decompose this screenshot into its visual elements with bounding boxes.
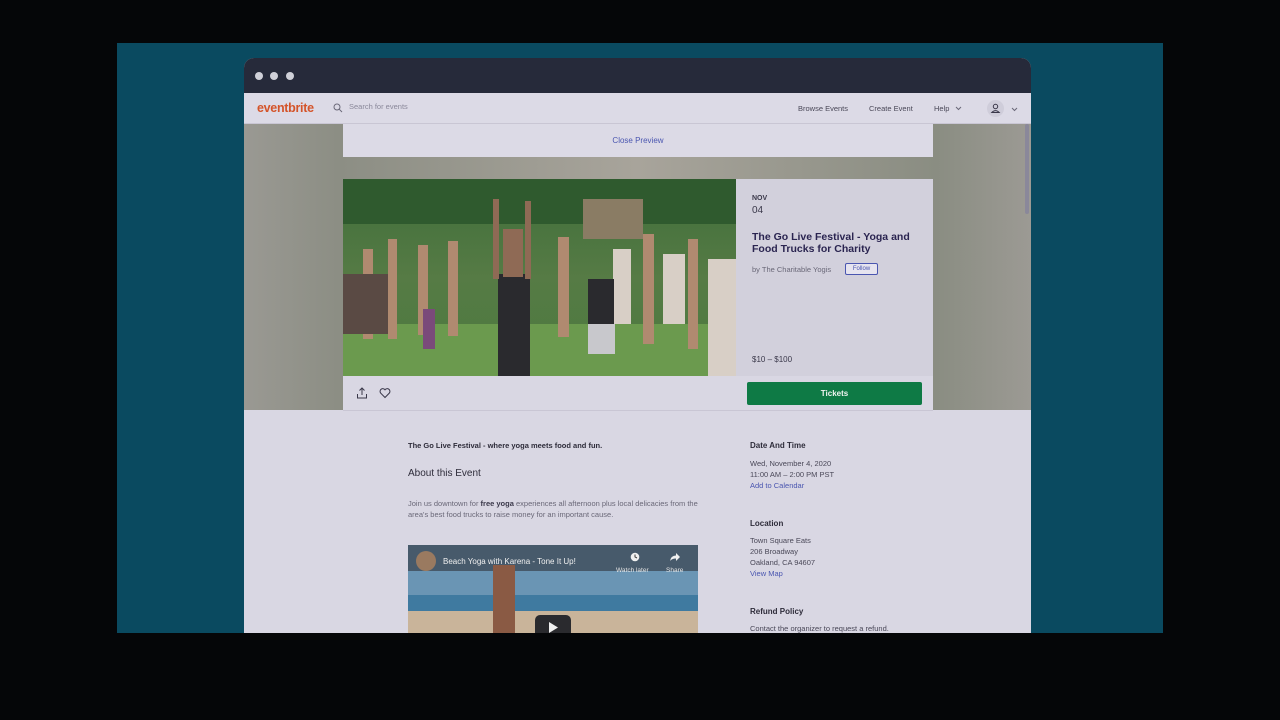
window-zoom-dot[interactable] xyxy=(286,72,294,80)
event-summary-text: The Go Live Festival - where yoga meets … xyxy=(408,441,603,450)
event-actions-bar: Tickets xyxy=(343,376,933,411)
event-summary-panel: NOV 04 The Go Live Festival - Yoga and F… xyxy=(736,179,933,376)
yoga-crowd-photo xyxy=(343,179,736,376)
refund-policy-heading: Refund Policy xyxy=(750,607,804,616)
search-bar[interactable] xyxy=(333,102,493,116)
user-avatar[interactable] xyxy=(987,100,1004,117)
ticket-price-range: $10 – $100 xyxy=(752,355,793,364)
embedded-video[interactable]: Beach Yoga with Karena - Tone It Up! Wat… xyxy=(408,545,698,633)
presentation-backdrop: eventbrite Browse Events Create Event He… xyxy=(117,43,1163,633)
about-heading: About this Event xyxy=(408,468,481,479)
window-minimize-dot[interactable] xyxy=(270,72,278,80)
page-scrollbar[interactable] xyxy=(1025,124,1029,214)
organizer-name[interactable]: by The Charitable Yogis xyxy=(752,265,831,274)
view-map-link[interactable]: View Map xyxy=(750,569,783,578)
event-title: The Go Live Festival - Yoga and Food Tru… xyxy=(752,231,910,255)
about-text-pre: Join us downtown for xyxy=(408,499,481,508)
event-date: Wed, November 4, 2020 xyxy=(750,459,832,468)
window-close-dot[interactable] xyxy=(255,72,263,80)
user-icon xyxy=(990,103,1001,113)
window-titlebar xyxy=(244,58,1031,93)
help-label: Help xyxy=(934,104,950,113)
browser-window: eventbrite Browse Events Create Event He… xyxy=(244,58,1031,633)
search-input[interactable] xyxy=(349,102,489,111)
event-hero-image xyxy=(343,179,736,376)
event-month: NOV xyxy=(752,195,768,202)
account-chevron-down-icon[interactable] xyxy=(1011,107,1018,112)
share-icon[interactable] xyxy=(356,387,368,399)
refund-policy-text: Contact the organizer to request a refun… xyxy=(750,624,889,633)
search-icon xyxy=(333,103,343,113)
clock-icon[interactable] xyxy=(630,552,640,562)
about-description: Join us downtown for free yoga experienc… xyxy=(408,498,698,520)
tickets-button[interactable]: Tickets xyxy=(747,382,922,405)
event-day: 04 xyxy=(752,205,764,216)
event-time: 11:00 AM – 2:00 PM PST xyxy=(750,470,835,479)
watch-later-label[interactable]: Watch later xyxy=(616,567,649,574)
video-title[interactable]: Beach Yoga with Karena - Tone It Up! xyxy=(443,557,576,566)
video-share-label[interactable]: Share xyxy=(666,567,683,574)
play-button-icon[interactable] xyxy=(535,615,571,633)
date-time-heading: Date And Time xyxy=(750,441,806,450)
video-share-icon[interactable] xyxy=(669,552,681,562)
venue-name: Town Square Eats xyxy=(750,536,811,545)
location-heading: Location xyxy=(750,519,784,528)
follow-button[interactable]: Follow xyxy=(845,263,878,275)
add-to-calendar-link[interactable]: Add to Calendar xyxy=(750,481,804,490)
venue-street: 206 Broadway xyxy=(750,547,798,556)
heart-icon[interactable] xyxy=(379,387,391,399)
about-text-bold: free yoga xyxy=(480,499,514,508)
chevron-down-icon xyxy=(955,106,961,111)
event-card: NOV 04 The Go Live Festival - Yoga and F… xyxy=(343,179,933,633)
site-header: eventbrite Browse Events Create Event He… xyxy=(244,93,1031,124)
venue-city: Oakland, CA 94607 xyxy=(750,558,816,567)
browse-events-link[interactable]: Browse Events xyxy=(798,104,848,113)
preview-banner: Close Preview xyxy=(343,124,933,157)
close-preview-link[interactable]: Close Preview xyxy=(612,136,663,145)
eventbrite-logo[interactable]: eventbrite xyxy=(257,101,314,115)
help-menu[interactable]: Help xyxy=(934,104,962,113)
create-event-link[interactable]: Create Event xyxy=(869,104,913,113)
